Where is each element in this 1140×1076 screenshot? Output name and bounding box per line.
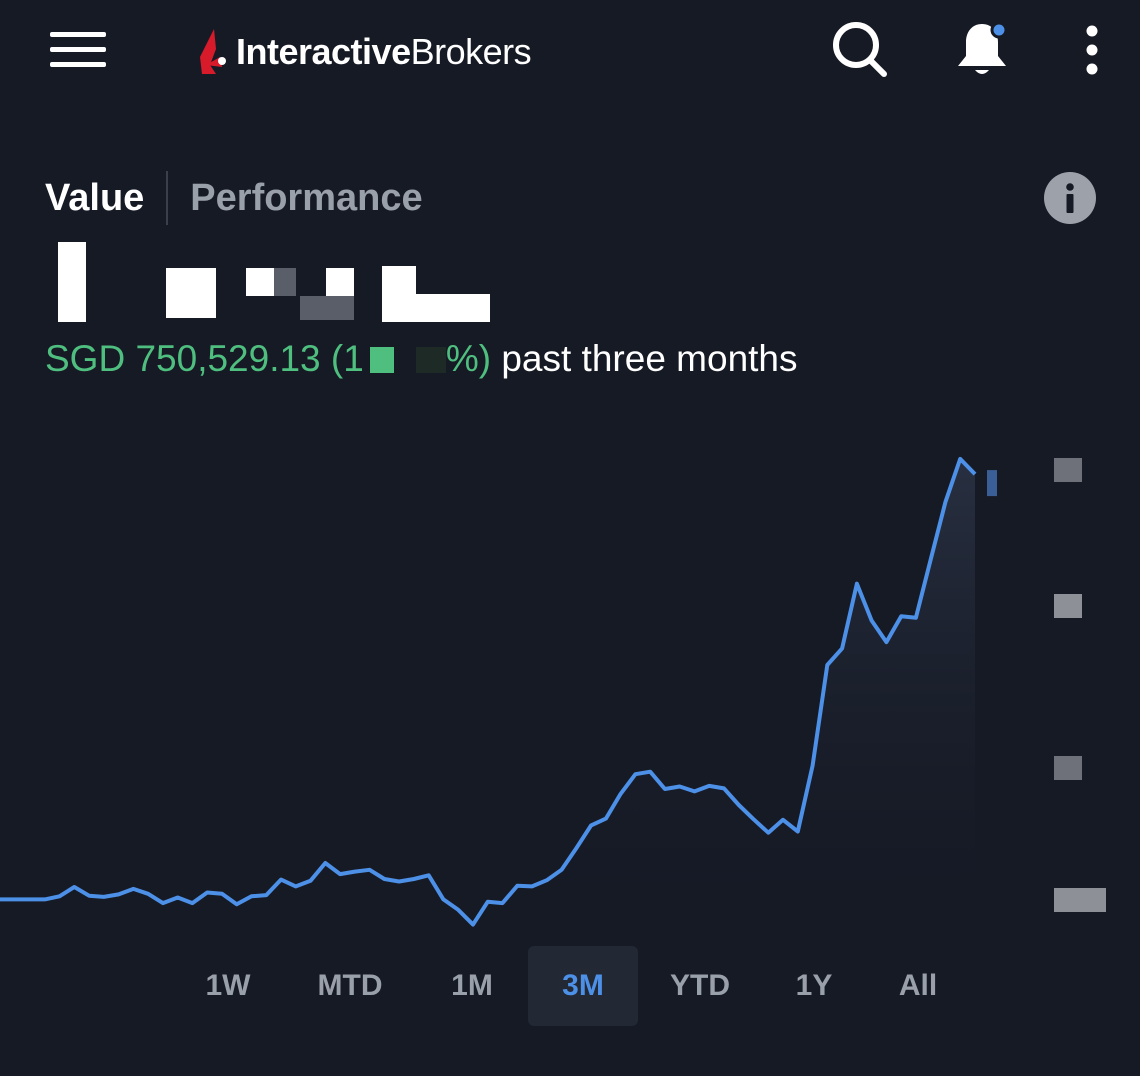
view-tabs: Value Performance bbox=[45, 170, 423, 226]
range-ytd[interactable]: YTD bbox=[642, 946, 758, 1026]
chart-svg bbox=[0, 456, 997, 930]
change-percent-suffix: %) bbox=[445, 338, 492, 379]
change-amount: SGD 750,529.13 (1 bbox=[45, 338, 364, 379]
y-tick-label-redacted bbox=[1054, 756, 1082, 780]
app-logo: InteractiveBrokers bbox=[196, 24, 532, 80]
range-1m[interactable]: 1M bbox=[414, 946, 530, 1026]
range-mtd[interactable]: MTD bbox=[292, 946, 408, 1026]
range-1w[interactable]: 1W bbox=[170, 946, 286, 1026]
hamburger-menu-icon[interactable] bbox=[48, 28, 108, 72]
tab-divider bbox=[166, 171, 169, 225]
y-tick-label-redacted bbox=[1054, 458, 1082, 482]
info-icon[interactable] bbox=[1044, 172, 1096, 224]
change-summary: SGD 750,529.13 (1%) past three months bbox=[45, 338, 798, 380]
range-all[interactable]: All bbox=[860, 946, 976, 1026]
tab-performance[interactable]: Performance bbox=[190, 177, 422, 220]
portfolio-value-redacted bbox=[56, 238, 496, 324]
bell-icon[interactable] bbox=[950, 18, 1014, 82]
last-value-marker bbox=[987, 470, 997, 497]
range-selector: 1W MTD 1M 3M YTD 1Y All bbox=[170, 946, 1070, 1026]
search-icon[interactable] bbox=[828, 18, 892, 82]
logo-text: InteractiveBrokers bbox=[236, 31, 532, 73]
logo-text-light: Brokers bbox=[410, 31, 532, 72]
chart-area-fill bbox=[0, 458, 975, 930]
logo-text-bold: Interactive bbox=[236, 31, 411, 72]
top-bar: InteractiveBrokers bbox=[0, 0, 1140, 110]
range-1y[interactable]: 1Y bbox=[756, 946, 872, 1026]
y-tick-label-redacted bbox=[1054, 888, 1106, 912]
notification-dot bbox=[990, 21, 1008, 39]
redacted-percent-block-dark bbox=[415, 347, 446, 373]
redacted-percent-block bbox=[369, 347, 394, 373]
more-vertical-icon[interactable] bbox=[1062, 18, 1122, 82]
range-3m[interactable]: 3M bbox=[528, 946, 638, 1026]
period-label: past three months bbox=[491, 338, 798, 379]
y-tick-label-redacted bbox=[1054, 594, 1082, 618]
interactive-brokers-logo-icon bbox=[200, 29, 226, 74]
tab-value[interactable]: Value bbox=[45, 177, 144, 220]
value-chart[interactable] bbox=[0, 430, 1140, 930]
